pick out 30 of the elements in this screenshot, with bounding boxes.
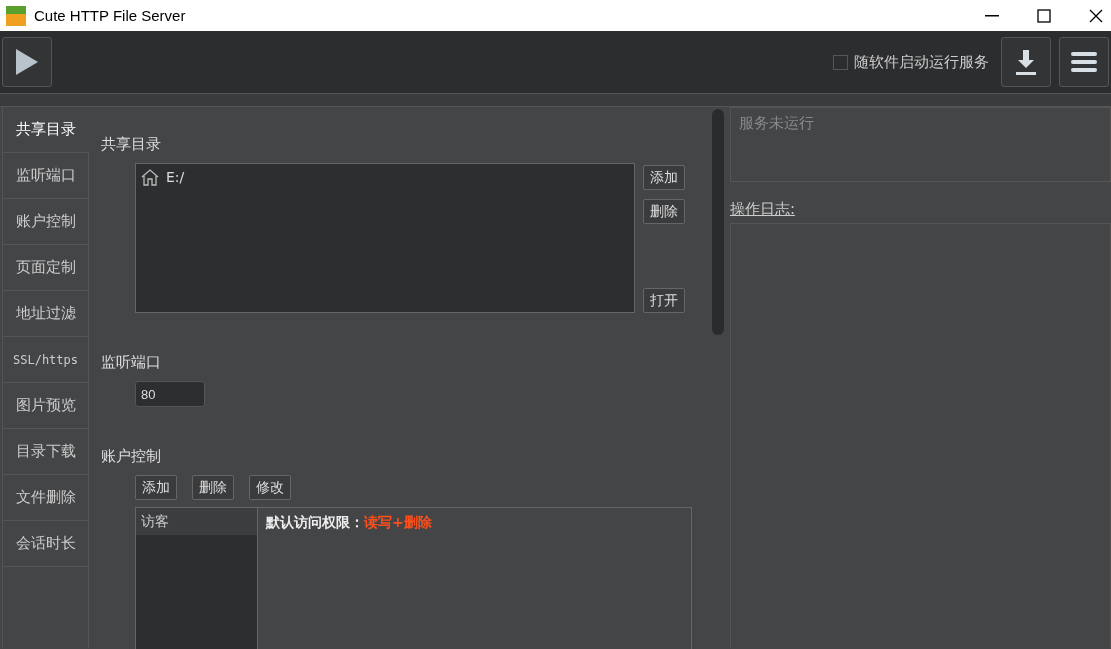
user-item[interactable]: 访客: [136, 508, 257, 535]
app-icon: [6, 5, 26, 26]
download-icon: [1014, 48, 1038, 76]
section-heading: 监听端口: [101, 353, 162, 372]
log-label: 操作日志:: [730, 200, 796, 219]
window-title: Cute HTTP File Server: [34, 7, 187, 24]
account-action-button[interactable]: 删除: [192, 475, 234, 500]
folder-action-button[interactable]: 打开: [643, 288, 685, 313]
minimize-icon: [985, 14, 999, 17]
folder-action-button[interactable]: 添加: [643, 165, 685, 190]
play-icon: [14, 47, 40, 77]
port-input[interactable]: 80: [135, 381, 205, 407]
autostart-checkbox[interactable]: [833, 54, 848, 70]
account-action-button[interactable]: 修改: [249, 475, 291, 500]
section-heading: 账户控制: [101, 447, 162, 466]
play-button[interactable]: [2, 37, 52, 87]
folder-item[interactable]: E:/: [140, 168, 185, 186]
close-icon: [1089, 8, 1103, 23]
scrollbar[interactable]: [712, 109, 724, 335]
maximize-icon: [1037, 8, 1051, 23]
menu-icon: [1071, 50, 1097, 74]
menu-button[interactable]: [1059, 37, 1109, 87]
account-action-button[interactable]: 添加: [135, 475, 177, 500]
folder-action-button[interactable]: 删除: [643, 199, 685, 224]
autostart-label: 随软件启动运行服务: [854, 52, 989, 72]
status-text: 服务未运行: [739, 114, 814, 132]
section-heading: 共享目录: [101, 135, 162, 154]
permission-text: 默认访问权限：读写+删除: [266, 514, 432, 532]
download-button[interactable]: [1001, 37, 1051, 87]
sidebar-tab[interactable]: 共享目录: [3, 107, 89, 153]
